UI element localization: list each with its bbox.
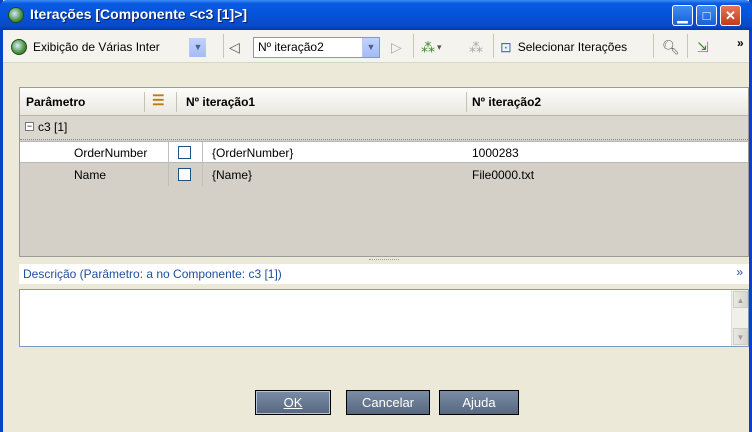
iteration1-cell[interactable]: {OrderNumber} (212, 146, 293, 160)
column-header-iteration2[interactable]: Nº iteração2 (472, 95, 541, 109)
cancel-button-label: Cancelar (361, 395, 415, 410)
cancel-button[interactable]: Cancelar (346, 390, 430, 415)
chevron-down-icon[interactable]: ▼ (362, 37, 379, 57)
arrow-left-icon: ◁ (229, 38, 240, 55)
chevron-down-icon[interactable]: ▼ (189, 37, 206, 57)
find-button[interactable]: 🔍︎ (662, 36, 680, 58)
row-checkbox[interactable] (178, 168, 191, 181)
cell-divider (202, 164, 203, 186)
column-header-iteration1[interactable]: Nº iteração1 (186, 95, 255, 109)
arrow-right-icon: ▷ (391, 38, 402, 55)
grid-header: Parâmetro ☰ Nº iteração1 Nº iteração2 (20, 88, 748, 116)
iteration1-cell[interactable]: {Name} (212, 168, 252, 182)
next-iteration-button[interactable]: ▷ (391, 36, 402, 58)
table-row[interactable]: OrderNumber {OrderNumber} 1000283 (20, 141, 748, 164)
minimize-button[interactable]: ▁ (672, 5, 693, 26)
collapse-chevron-icon[interactable]: » (736, 265, 743, 279)
toolbar-separator (223, 34, 224, 58)
description-header: Descrição (Parâmetro: a no Componente: c… (19, 264, 749, 284)
table-row[interactable]: Name {Name} File0000.txt (20, 164, 748, 186)
help-button-label: Ajuda (462, 395, 496, 410)
iteration-combo[interactable]: Nº iteração2 ▼ (253, 36, 380, 58)
group-row[interactable]: − c3 [1] (20, 116, 748, 140)
view-combo-value: Exibição de Várias Inter (33, 40, 160, 54)
close-icon: ✕ (725, 8, 736, 23)
maximize-button[interactable]: □ (696, 5, 717, 26)
help-button[interactable]: Ajuda (439, 390, 519, 415)
dropdown-arrow-icon: ▾ (437, 41, 442, 52)
column-divider (466, 92, 467, 112)
ok-button-label: OK (283, 395, 303, 410)
toolbar-separator (687, 34, 688, 58)
cell-divider (168, 142, 169, 164)
description-title: Descrição (Parâmetro: a no Componente: c… (23, 267, 282, 281)
description-textarea[interactable]: ▲ ▼ (19, 289, 749, 347)
group-label: c3 [1] (38, 120, 68, 134)
iteration2-cell[interactable]: 1000283 (472, 146, 519, 160)
select-iterations-label: Selecionar Iterações (517, 40, 628, 54)
iteration-selector[interactable]: Nº iteração2 ▼ (253, 36, 380, 58)
ok-button[interactable]: OK (255, 390, 331, 415)
window-title: Iterações [Componente <c3 [1]>] (30, 6, 248, 22)
toolbar-overflow-button[interactable]: » (737, 32, 744, 54)
dialog-footer: OK Cancelar Ajuda (3, 360, 749, 432)
iteration2-cell[interactable]: File0000.txt (472, 168, 534, 182)
parameter-cell: OrderNumber (74, 146, 148, 160)
collapse-icon[interactable]: − (25, 122, 34, 131)
sort-notes-icon[interactable]: ☰ (152, 92, 165, 109)
column-header-parameter[interactable]: Parâmetro (26, 95, 85, 109)
toolbar-separator (413, 34, 414, 58)
parameters-grid: Parâmetro ☰ Nº iteração1 Nº iteração2 − … (19, 87, 749, 257)
splitter-grip[interactable] (369, 259, 399, 261)
column-divider (176, 92, 177, 112)
search-icon: 🔍︎ (662, 38, 680, 55)
scroll-up-icon[interactable]: ▲ (733, 291, 748, 308)
toolbar: Exibição de Várias Inter ▼ ◁ Nº iteração… (3, 30, 749, 63)
delete-iteration-button[interactable]: ⁂ (469, 36, 483, 58)
column-divider (144, 92, 145, 112)
toolbar-separator (653, 34, 654, 58)
maximize-icon: □ (702, 8, 711, 23)
view-combo[interactable]: Exibição de Várias Inter ▼ (31, 37, 206, 58)
add-iteration-icon: ⁂ (421, 38, 435, 55)
toolbar-separator (493, 34, 494, 58)
overflow-icon: » (737, 36, 744, 50)
iteration-combo-value: Nº iteração2 (258, 40, 324, 54)
scroll-down-icon[interactable]: ▼ (733, 328, 748, 345)
row-checkbox[interactable] (178, 146, 191, 159)
multi-view-icon (11, 39, 27, 55)
previous-iteration-button[interactable]: ◁ (229, 36, 240, 58)
select-iterations-button[interactable]: ⊡ Selecionar Iterações (500, 36, 627, 58)
select-iterations-icon: ⊡ (500, 38, 512, 55)
title-bar[interactable]: Iterações [Componente <c3 [1]>] ▁ □ ✕ (0, 0, 752, 30)
cell-divider (202, 142, 203, 164)
delete-iteration-icon: ⁂ (469, 38, 483, 55)
iterations-dialog: Iterações [Componente <c3 [1]>] ▁ □ ✕ Ex… (0, 0, 752, 432)
cell-divider (168, 164, 169, 186)
app-icon (8, 7, 24, 23)
export-button[interactable]: ⇲ (697, 36, 709, 58)
close-button[interactable]: ✕ (720, 5, 741, 26)
description-scrollbar[interactable]: ▲ ▼ (731, 290, 748, 346)
export-icon: ⇲ (697, 38, 709, 55)
parameter-cell: Name (74, 168, 107, 182)
minimize-icon: ▁ (677, 8, 688, 23)
view-selector[interactable]: Exibição de Várias Inter ▼ (11, 36, 206, 58)
add-iteration-button[interactable]: ⁂ ▾ (421, 36, 442, 58)
pane-splitter[interactable] (19, 257, 749, 263)
